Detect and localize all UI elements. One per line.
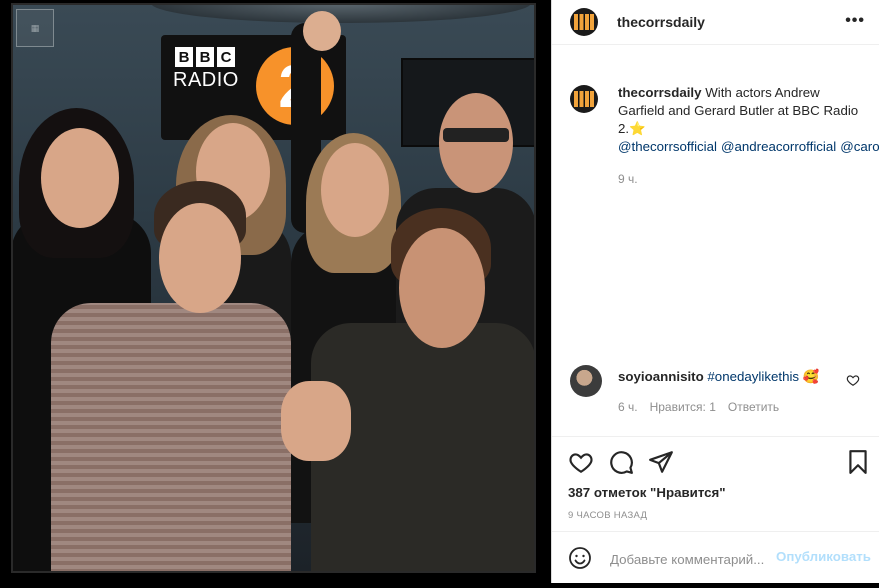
avatar[interactable] (570, 8, 598, 36)
bbc-radio-text: RADIO (173, 69, 239, 91)
comment-meta: 6 ч. Нравится: 1 Ответить (618, 400, 779, 414)
heart-icon[interactable] (568, 449, 594, 475)
comment-likes[interactable]: Нравится: 1 (650, 400, 716, 414)
share-icon[interactable] (648, 449, 674, 475)
watermark-logo: ▦ (16, 9, 54, 47)
comment-username[interactable]: soyioannisito (618, 369, 704, 384)
hashtag-link[interactable]: @carolinecorrofficial (840, 139, 879, 154)
emoji-icon[interactable] (568, 546, 592, 570)
avatar[interactable] (570, 85, 598, 113)
post-header: thecorrsdaily ••• (552, 0, 879, 45)
ceiling-light (151, 3, 531, 23)
likes-count[interactable]: 387 отметок "Нравится" (568, 485, 726, 500)
face (399, 228, 485, 348)
person-checked-shirt (51, 303, 291, 573)
publish-button[interactable]: Опубликовать (776, 549, 871, 564)
hashtag-link[interactable]: @andreacorrofficial (721, 139, 836, 154)
action-icons (568, 449, 674, 475)
waving-hand (281, 381, 351, 461)
hashtag-list: @thecorrsofficial @andreacorrofficial @car… (618, 138, 879, 156)
reply-button[interactable]: Ответить (728, 400, 779, 414)
bookmark-icon[interactable] (845, 449, 871, 475)
comment-input[interactable] (608, 547, 777, 571)
comment-item: soyioannisito #onedaylikethis 🥰 6 ч. Нра… (570, 365, 870, 425)
face (321, 143, 389, 237)
more-horizontal-icon[interactable]: ••• (845, 12, 865, 30)
comment-icon[interactable] (608, 449, 634, 475)
post-side-panel: thecorrsdaily ••• thecorrsdaily With act… (551, 0, 879, 583)
face (159, 203, 241, 313)
post-actions: 387 отметок "Нравится" 9 ЧАСОВ НАЗАД Опу… (552, 436, 879, 587)
comment-time[interactable]: 6 ч. (618, 400, 638, 414)
caption-text: thecorrsdaily With actors Andrew Garfiel… (618, 84, 879, 188)
comment-hashtag[interactable]: #onedaylikethis (707, 369, 799, 384)
bbc-letter: C (217, 47, 235, 67)
face (439, 93, 513, 193)
comments-area: thecorrsdaily With actors Andrew Garfiel… (552, 45, 879, 435)
photo-pane: ▦ B B C RADIO 2 (0, 0, 551, 583)
header-username[interactable]: thecorrsdaily (617, 14, 705, 30)
face (41, 128, 119, 228)
bbc-letter: B (175, 47, 193, 67)
heart-icon[interactable] (846, 373, 860, 387)
avatar[interactable] (570, 365, 602, 397)
glasses (443, 128, 509, 142)
bbc-letter: B (196, 47, 214, 67)
smiling-face-hearts-emoji: 🥰 (802, 369, 820, 384)
caption-time[interactable]: 9 ч. (618, 170, 866, 188)
add-comment-bar: Опубликовать (552, 531, 879, 588)
post-photo[interactable]: ▦ B B C RADIO 2 (11, 3, 536, 573)
raised-hand (303, 11, 341, 51)
post-timestamp[interactable]: 9 ЧАСОВ НАЗАД (568, 510, 647, 521)
comment-text: soyioannisito #onedaylikethis 🥰 (618, 369, 819, 385)
hashtag-link[interactable]: @thecorrsofficial (618, 139, 717, 154)
caption-username[interactable]: thecorrsdaily (618, 85, 702, 100)
